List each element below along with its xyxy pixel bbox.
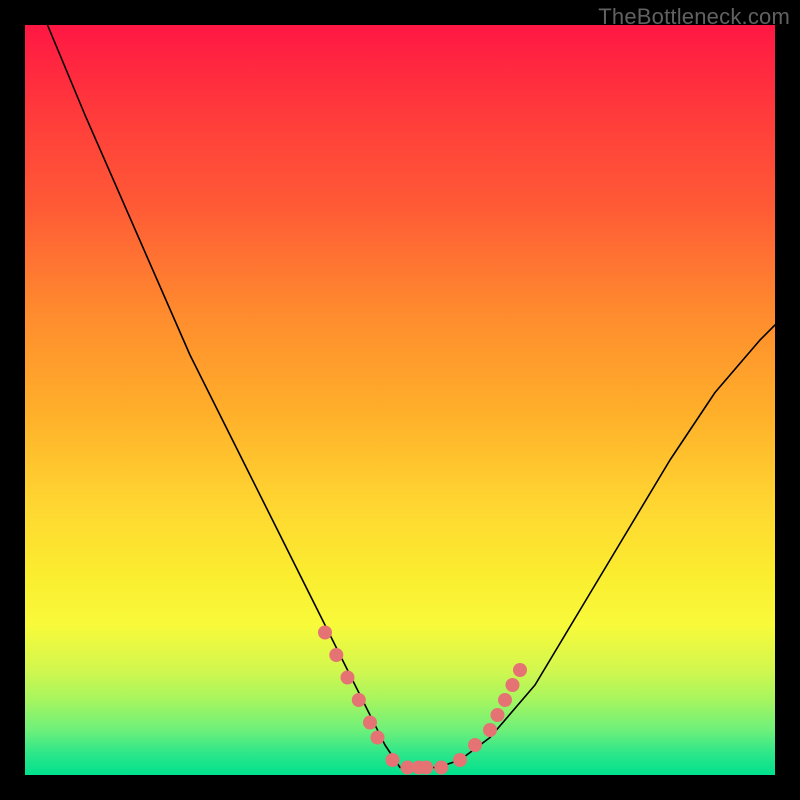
slope-dot: [386, 753, 400, 767]
slope-dot: [491, 708, 505, 722]
slope-dot: [453, 753, 467, 767]
slope-dot: [419, 761, 433, 775]
curve-svg: [25, 25, 775, 775]
slope-dot: [318, 626, 332, 640]
slope-dots: [318, 626, 527, 775]
slope-dot: [506, 678, 520, 692]
chart-stage: TheBottleneck.com: [0, 0, 800, 800]
slope-dot: [513, 663, 527, 677]
slope-dot: [341, 671, 355, 685]
slope-dot: [371, 731, 385, 745]
slope-dot: [352, 693, 366, 707]
slope-dot: [483, 723, 497, 737]
slope-dot: [329, 648, 343, 662]
slope-dot: [468, 738, 482, 752]
plot-area: [25, 25, 775, 775]
slope-dot: [434, 761, 448, 775]
slope-dot: [498, 693, 512, 707]
bottleneck-curve: [48, 25, 776, 768]
slope-dot: [363, 716, 377, 730]
